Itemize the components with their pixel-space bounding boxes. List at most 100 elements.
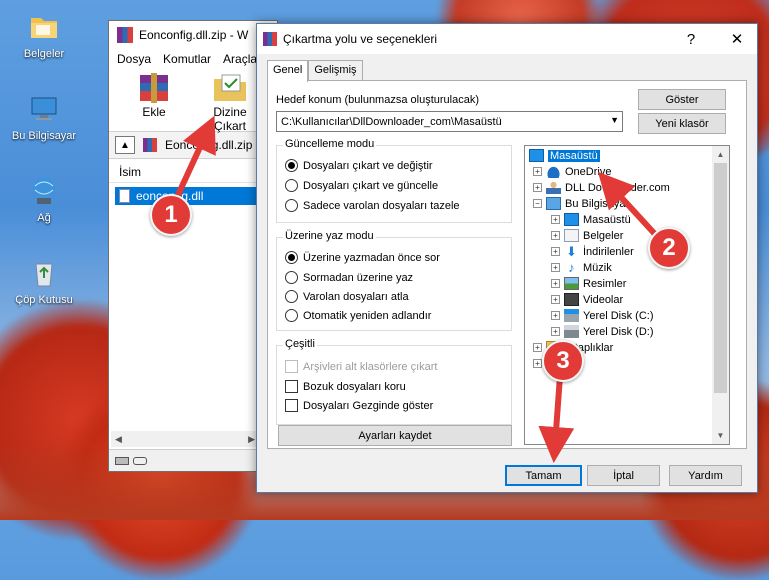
winrar-menu-bar: Dosya Komutlar Araçla bbox=[109, 49, 277, 69]
radio-button[interactable] bbox=[285, 159, 298, 172]
desktop-icon-this-pc[interactable]: Bu Bilgisayar bbox=[6, 92, 82, 142]
expand-icon[interactable]: + bbox=[533, 343, 542, 352]
new-folder-button[interactable]: Yeni klasör bbox=[638, 113, 726, 134]
folder-icon bbox=[27, 10, 61, 44]
extract-folder-icon bbox=[210, 71, 250, 103]
tree-item-drive-d[interactable]: + Yerel Disk (D:) bbox=[551, 325, 654, 338]
radio-button[interactable] bbox=[285, 271, 298, 284]
expand-icon[interactable]: + bbox=[551, 263, 560, 272]
tree-scrollbar[interactable]: ▲ ▼ bbox=[712, 146, 729, 444]
tree-item-this-pc[interactable]: − Bu Bilgisayar bbox=[533, 197, 629, 210]
folder-tree[interactable]: Masaüstü + OneDrive + DLL Downloader.com… bbox=[524, 145, 730, 445]
file-list-item[interactable]: eonconfig.dll bbox=[115, 187, 271, 205]
tree-item-user[interactable]: + DLL Downloader.com bbox=[533, 181, 670, 194]
tree-item-drive-c[interactable]: + Yerel Disk (C:) bbox=[551, 309, 654, 322]
download-icon: ⬇ bbox=[566, 244, 577, 259]
add-label: Ekle bbox=[142, 105, 166, 119]
chevron-down-icon[interactable]: ▼ bbox=[610, 115, 619, 125]
collapse-icon[interactable]: − bbox=[533, 199, 542, 208]
desktop-icon-label: Bu Bilgisayar bbox=[11, 130, 77, 142]
documents-icon bbox=[564, 229, 579, 242]
close-button[interactable]: ✕ bbox=[717, 24, 757, 54]
scroll-thumb[interactable] bbox=[714, 163, 727, 393]
desktop-icon-recycle-bin[interactable]: Çöp Kutusu bbox=[6, 256, 82, 306]
expand-icon[interactable]: + bbox=[551, 215, 560, 224]
tree-item-onedrive[interactable]: + OneDrive bbox=[533, 165, 611, 178]
tree-item-videos[interactable]: + Videolar bbox=[551, 293, 623, 306]
help-button[interactable]: ? bbox=[671, 24, 711, 54]
help-text-button[interactable]: Yardım bbox=[669, 465, 742, 486]
tree-item-downloads[interactable]: + ⬇ İndirilenler bbox=[551, 245, 634, 258]
cancel-button[interactable]: İptal bbox=[587, 465, 660, 486]
tree-item-desktop[interactable]: Masaüstü bbox=[529, 149, 600, 162]
radio-button[interactable] bbox=[285, 199, 298, 212]
recycle-bin-icon bbox=[27, 256, 61, 290]
tree-item-pictures[interactable]: + Resimler bbox=[551, 277, 626, 290]
overwrite-option-skip[interactable]: Varolan dosyaları atla bbox=[285, 290, 409, 303]
archive-add-icon bbox=[134, 71, 174, 103]
horizontal-scrollbar[interactable]: ◀ ▶ bbox=[111, 431, 259, 447]
expand-icon[interactable]: + bbox=[551, 247, 560, 256]
radio-button[interactable] bbox=[285, 290, 298, 303]
tree-item-music[interactable]: + ♪ Müzik bbox=[551, 261, 612, 274]
destination-path-combo[interactable]: C:\Kullanıcılar\DllDownloader_com\Masaüs… bbox=[276, 111, 623, 132]
up-arrow-icon[interactable]: ▲ bbox=[115, 136, 135, 154]
misc-option-subfolders[interactable]: Arşivleri alt klasörlere çıkart bbox=[285, 360, 437, 373]
expand-icon[interactable]: + bbox=[551, 279, 560, 288]
save-settings-button[interactable]: Ayarları kaydet bbox=[278, 425, 512, 446]
destination-path-value: C:\Kullanıcılar\DllDownloader_com\Masaüs… bbox=[281, 115, 502, 128]
overwrite-option-without-prompt[interactable]: Sormadan üzerine yaz bbox=[285, 271, 413, 284]
update-option-replace[interactable]: Dosyaları çıkart ve değiştir bbox=[285, 159, 433, 172]
dialog-title-bar[interactable]: Çıkartma yolu ve seçenekleri ? ✕ bbox=[257, 24, 757, 54]
step-badge-1: 1 bbox=[150, 194, 192, 236]
extract-to-button[interactable]: Dizine Çıkart bbox=[197, 71, 263, 133]
desktop-icon-label: Ağ bbox=[37, 212, 51, 224]
desktop-icon-documents[interactable]: Belgeler bbox=[6, 10, 82, 60]
menu-item-commands[interactable]: Komutlar bbox=[163, 52, 211, 66]
radio-button[interactable] bbox=[285, 179, 298, 192]
expand-icon[interactable]: + bbox=[551, 231, 560, 240]
tree-item-desktop-sub[interactable]: + Masaüstü bbox=[551, 213, 631, 226]
scroll-left-icon[interactable]: ◀ bbox=[115, 434, 122, 445]
update-option-freshen[interactable]: Sadece varolan dosyaları tazele bbox=[285, 199, 460, 212]
computer-icon bbox=[546, 197, 561, 210]
scroll-right-icon[interactable]: ▶ bbox=[248, 434, 255, 445]
checkbox[interactable] bbox=[285, 380, 298, 393]
winrar-status-bar bbox=[109, 449, 277, 471]
menu-item-file[interactable]: Dosya bbox=[117, 52, 151, 66]
expand-icon[interactable]: + bbox=[533, 167, 542, 176]
tree-item-documents[interactable]: + Belgeler bbox=[551, 229, 623, 242]
tab-advanced[interactable]: Gelişmiş bbox=[308, 60, 363, 81]
winrar-title-bar[interactable]: Eonconfig.dll.zip - W bbox=[109, 21, 277, 49]
desktop-icon-label: Belgeler bbox=[23, 48, 65, 60]
scroll-up-icon[interactable]: ▲ bbox=[712, 146, 729, 163]
desktop-icon-network[interactable]: Ağ bbox=[6, 174, 82, 224]
tab-general[interactable]: Genel bbox=[267, 60, 309, 82]
ok-button[interactable]: Tamam bbox=[505, 465, 582, 486]
checkbox[interactable] bbox=[285, 360, 298, 373]
desktop-icon bbox=[564, 213, 579, 226]
drive-status-icon bbox=[115, 456, 129, 465]
computer-icon bbox=[27, 92, 61, 126]
checkbox[interactable] bbox=[285, 399, 298, 412]
radio-button[interactable] bbox=[285, 309, 298, 322]
add-button[interactable]: Ekle bbox=[121, 71, 187, 127]
radio-button[interactable] bbox=[285, 251, 298, 264]
column-header-name[interactable]: İsim bbox=[109, 161, 277, 183]
expand-icon[interactable]: + bbox=[551, 295, 560, 304]
menu-item-tools[interactable]: Araçla bbox=[223, 52, 257, 66]
show-button[interactable]: Göster bbox=[638, 89, 726, 110]
expand-icon[interactable]: + bbox=[551, 311, 560, 320]
update-option-update[interactable]: Dosyaları çıkart ve güncelle bbox=[285, 179, 438, 192]
misc-option-keep-broken[interactable]: Bozuk dosyaları koru bbox=[285, 380, 406, 393]
overwrite-option-rename[interactable]: Otomatik yeniden adlandır bbox=[285, 309, 431, 322]
expand-icon[interactable]: + bbox=[533, 359, 542, 368]
expand-icon[interactable]: + bbox=[533, 183, 542, 192]
desktop-icon bbox=[529, 149, 544, 162]
expand-icon[interactable]: + bbox=[551, 327, 560, 336]
overwrite-option-ask[interactable]: Üzerine yazmadan önce sor bbox=[285, 251, 440, 264]
winrar-window[interactable]: Eonconfig.dll.zip - W Dosya Komutlar Ara… bbox=[108, 20, 278, 472]
key-icon bbox=[133, 456, 147, 465]
scroll-down-icon[interactable]: ▼ bbox=[712, 427, 729, 444]
misc-option-show-in-explorer[interactable]: Dosyaları Gezginde göster bbox=[285, 399, 433, 412]
